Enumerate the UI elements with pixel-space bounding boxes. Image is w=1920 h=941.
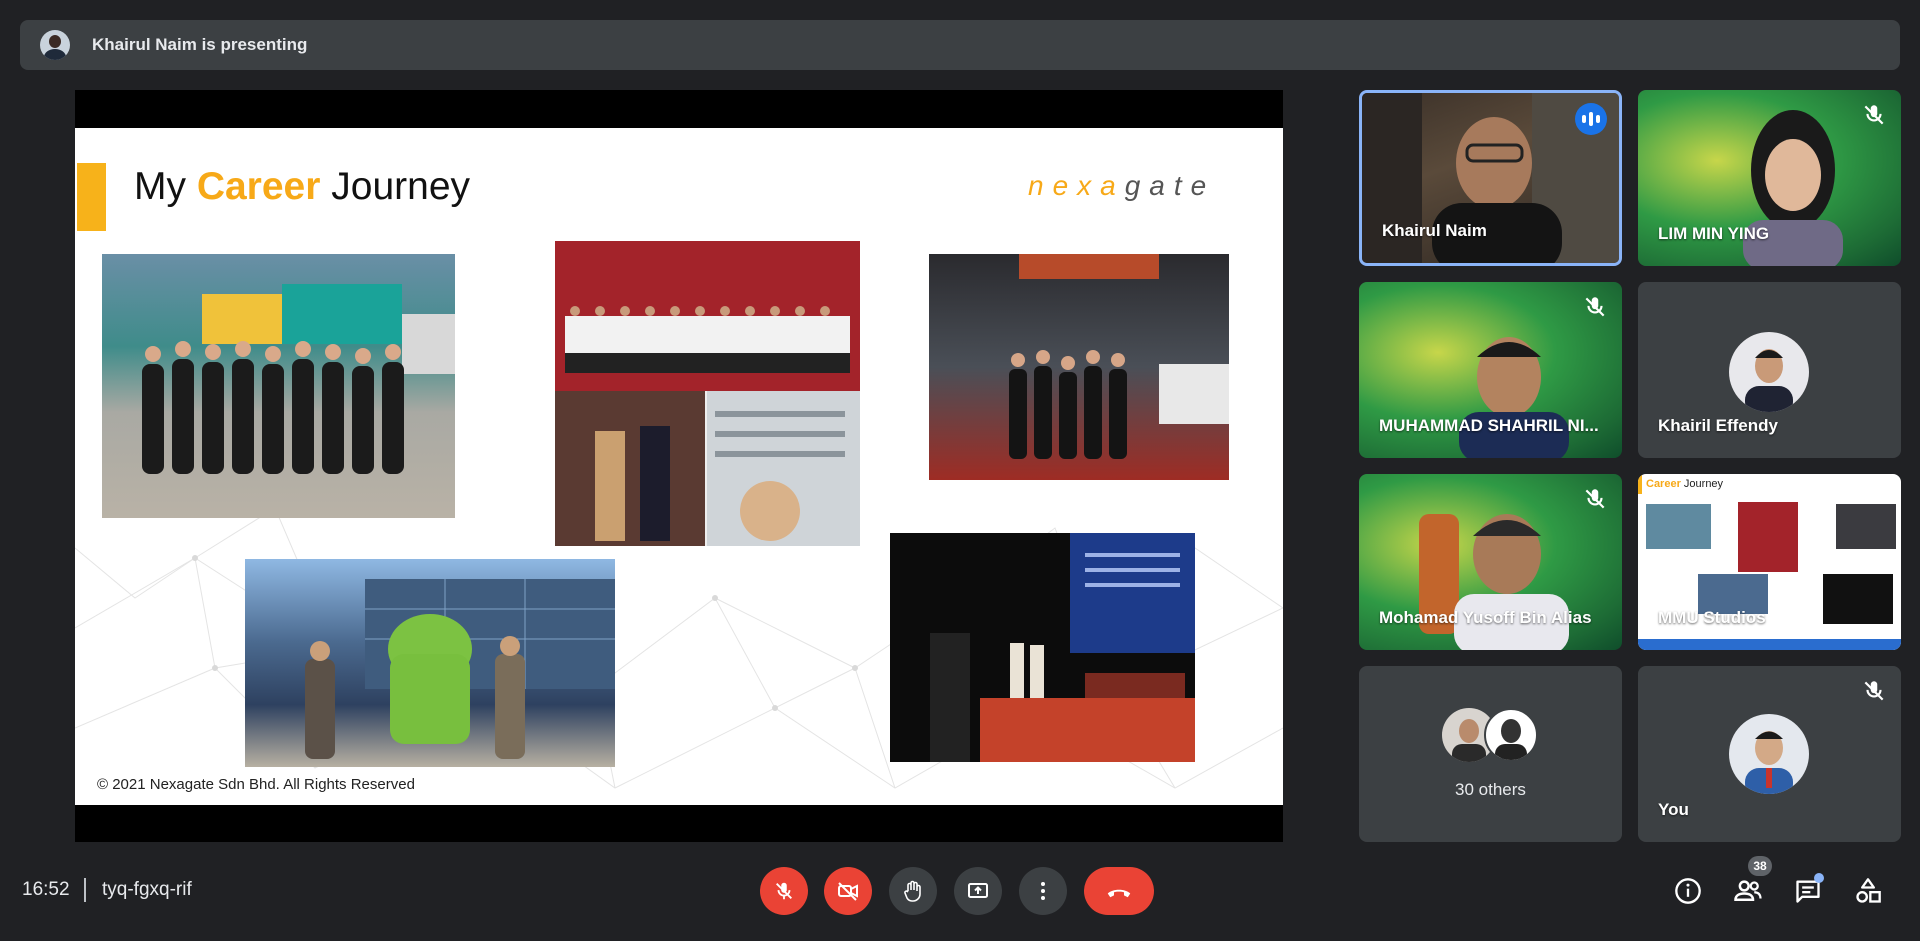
mic-off-icon bbox=[776, 882, 792, 900]
camera-off-icon bbox=[838, 882, 858, 901]
participant-name: Khairil Effendy bbox=[1658, 416, 1778, 435]
activities-button[interactable] bbox=[1853, 876, 1883, 906]
mic-off-icon bbox=[1585, 297, 1605, 317]
photo-google-android bbox=[245, 559, 615, 767]
title-accent-bar bbox=[77, 163, 106, 231]
title-highlight: Career bbox=[196, 165, 321, 208]
participant-tile-khairul-naim[interactable]: Khairul Naim bbox=[1359, 90, 1622, 266]
camera-toggle-button[interactable] bbox=[824, 867, 872, 915]
presenting-text: Khairul Naim is presenting bbox=[92, 35, 308, 54]
end-call-icon bbox=[1107, 889, 1131, 898]
info-icon bbox=[1675, 878, 1701, 904]
raise-hand-button[interactable] bbox=[889, 867, 937, 915]
title-prefix: My bbox=[134, 165, 197, 208]
avatar bbox=[1729, 714, 1809, 794]
participant-tile-muhammad-shahril[interactable]: MUHAMMAD SHAHRIL NI... bbox=[1359, 282, 1622, 458]
participant-count-badge: 38 bbox=[1748, 856, 1772, 876]
participant-tile-khairil-effendy[interactable]: Khairil Effendy bbox=[1638, 282, 1901, 458]
slide-copyright: © 2021 Nexagate Sdn Bhd. All Rights Rese… bbox=[97, 776, 415, 793]
participant-tile-lim-min-ying[interactable]: LIM MIN YING bbox=[1638, 90, 1901, 266]
present-screen-button[interactable] bbox=[954, 867, 1002, 915]
title-suffix: Journey bbox=[320, 165, 471, 208]
logo-part2: gate bbox=[1124, 170, 1216, 201]
participant-name: Khairul Naim bbox=[1382, 221, 1487, 240]
participant-name: You bbox=[1658, 800, 1689, 819]
others-count-label: 30 others bbox=[1455, 780, 1526, 799]
mic-off-icon bbox=[1864, 681, 1884, 701]
nexagate-logo: nexagate bbox=[1028, 170, 1215, 202]
avatar bbox=[1484, 708, 1538, 762]
mmu-slide-title: Career Journey bbox=[1646, 478, 1723, 490]
end-call-button[interactable] bbox=[1084, 867, 1154, 915]
photo-expo-group bbox=[929, 254, 1229, 480]
participant-tile-others[interactable]: 30 others bbox=[1359, 666, 1622, 842]
participant-name: MUHAMMAD SHAHRIL NI... bbox=[1379, 416, 1599, 435]
meeting-code: tyq-fgxq-rif bbox=[102, 879, 192, 900]
people-icon bbox=[1734, 880, 1762, 901]
raise-hand-icon bbox=[904, 880, 921, 902]
mmu-slide-suffix: Journey bbox=[1680, 478, 1724, 490]
activities-icon bbox=[1856, 878, 1881, 903]
more-options-icon bbox=[1041, 882, 1045, 900]
meeting-time: 16:52 bbox=[22, 879, 70, 900]
mmu-slide-highlight: Career bbox=[1646, 478, 1681, 490]
speaking-indicator-icon bbox=[1575, 103, 1607, 135]
participant-name: MMU Studios bbox=[1658, 608, 1766, 627]
mic-off-icon bbox=[1864, 105, 1884, 125]
avatar bbox=[1729, 332, 1809, 412]
logo-part1: nexa bbox=[1028, 170, 1125, 201]
photo-conference-group bbox=[102, 254, 455, 518]
presentation-slide: My Career Journey nexagate © 2021 Nexaga… bbox=[75, 128, 1283, 805]
present-screen-icon bbox=[968, 883, 988, 898]
participant-tile-you[interactable]: You bbox=[1638, 666, 1901, 842]
photo-group-collage bbox=[555, 241, 860, 546]
participant-name: LIM MIN YING bbox=[1658, 224, 1770, 243]
participant-name: Mohamad Yusoff Bin Alias bbox=[1379, 608, 1592, 627]
presenting-banner: Khairul Naim is presenting bbox=[20, 20, 1900, 70]
shared-screen[interactable]: My Career Journey nexagate © 2021 Nexaga… bbox=[75, 90, 1283, 842]
presenter-avatar bbox=[40, 30, 70, 60]
mic-toggle-button[interactable] bbox=[760, 867, 808, 915]
more-options-button[interactable] bbox=[1019, 867, 1067, 915]
divider bbox=[84, 878, 86, 902]
participant-tile-mmu-studios[interactable]: Career Journey MMU Studios bbox=[1638, 474, 1901, 650]
mic-off-icon bbox=[1585, 489, 1605, 509]
participant-tile-mohamad-yusoff[interactable]: Mohamad Yusoff Bin Alias bbox=[1359, 474, 1622, 650]
chat-notification-dot bbox=[1814, 873, 1824, 883]
photo-award-stage bbox=[890, 533, 1195, 762]
people-button[interactable] bbox=[1733, 876, 1763, 906]
meeting-details-button[interactable] bbox=[1673, 876, 1703, 906]
slide-title: My Career Journey bbox=[134, 165, 470, 209]
